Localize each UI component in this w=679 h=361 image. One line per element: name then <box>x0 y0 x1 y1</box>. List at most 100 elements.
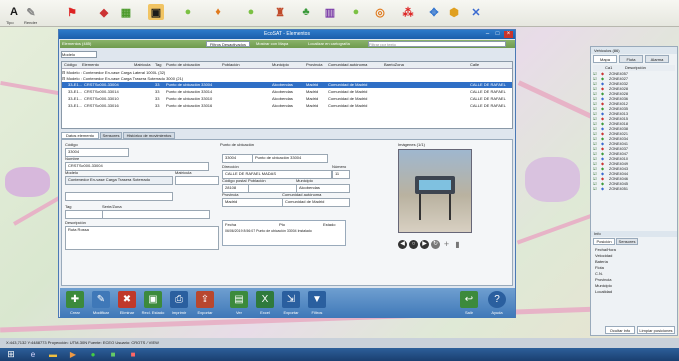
tab-posicion[interactable]: Posición <box>593 238 615 245</box>
help-button[interactable]: ? <box>488 291 506 308</box>
circle-icon[interactable]: ● <box>348 4 364 20</box>
car-icon[interactable]: ⬢ <box>446 4 462 20</box>
ie-icon[interactable]: e <box>26 349 40 360</box>
filter-count-label: Elementos (485) <box>62 41 92 46</box>
hide-info-button[interactable]: Ocultar info <box>605 326 635 334</box>
punto-nombre-field[interactable]: Punto de ubicación 33004 <box>252 154 328 163</box>
col-poblacion[interactable]: Población <box>222 62 240 68</box>
numero-field[interactable]: 11 <box>332 170 350 179</box>
excel-button[interactable]: X <box>256 291 274 308</box>
tab-mapa[interactable]: Mapa <box>593 55 617 63</box>
tab-info-sensores[interactable]: Sensores <box>616 238 638 245</box>
app2-icon[interactable]: ■ <box>126 349 140 360</box>
layers-header: Ca1 Descripción <box>593 65 675 71</box>
comunidad-field[interactable]: Comunidad de Madrid <box>282 198 350 207</box>
clear-positions-button[interactable]: Limpiar posiciones <box>637 326 675 334</box>
tab-datos[interactable]: Datos elemento <box>61 132 99 139</box>
col-matricula[interactable]: Matrícula <box>134 62 150 68</box>
checkbox-icon[interactable]: ☑ <box>593 187 596 192</box>
chrome-icon[interactable]: ● <box>86 349 100 360</box>
export-label: Exportar <box>197 310 213 315</box>
localize-checkbox[interactable]: Localizar en cartografía <box>308 41 350 46</box>
matricula-label: Matrícula <box>175 170 192 175</box>
col-calle[interactable]: Calle <box>470 62 479 68</box>
zoom-image-icon[interactable]: ○ <box>409 240 418 249</box>
target-icon[interactable]: ◎ <box>372 4 388 20</box>
circle-icon[interactable]: ● <box>180 4 196 20</box>
tools-icon[interactable]: ✕ <box>468 4 484 20</box>
col-tag[interactable]: Tag <box>155 62 161 68</box>
tab-flota[interactable]: Flota <box>619 55 643 63</box>
table-row[interactable]: 33-E1... CRSTSc000-33016 33 Punto de ubi… <box>62 103 512 109</box>
close-icon[interactable]: × <box>504 31 513 38</box>
filter-button[interactable]: ▼ <box>308 291 326 308</box>
prev-image-icon[interactable]: ◀ <box>398 240 407 249</box>
modelo-field[interactable]: Contenedor En-vase Carga Trasera Soterra… <box>65 176 173 185</box>
print-button[interactable]: ⎙ <box>170 291 188 308</box>
col-comunidad[interactable]: Comunidad autónoma <box>328 62 367 68</box>
modify-button[interactable]: ✎ <box>92 291 110 308</box>
col-barrio[interactable]: BarrioZona <box>384 62 404 68</box>
grid-icon[interactable]: ▦ <box>118 4 134 20</box>
search-input[interactable]: Filtrar por texto <box>368 41 506 47</box>
col-provincia[interactable]: Provincia <box>306 62 322 68</box>
app-icon[interactable]: ■ <box>106 349 120 360</box>
tab-alarma[interactable]: Alarma <box>645 55 669 63</box>
numero-label: Número <box>332 164 347 169</box>
matricula-field[interactable] <box>175 176 219 185</box>
start-icon[interactable]: ⊞ <box>4 349 18 360</box>
blocks-icon[interactable]: ▥ <box>322 4 338 20</box>
route-icon[interactable]: ⁂ <box>400 4 416 20</box>
subtype-select[interactable] <box>65 192 173 201</box>
tab-sensores[interactable]: Sensores <box>100 132 122 139</box>
state-button[interactable]: ▣ <box>144 291 162 308</box>
media-icon[interactable]: ▶ <box>66 349 80 360</box>
flag-icon[interactable]: ⚑ <box>64 4 80 20</box>
marker-icon[interactable]: ♦ <box>210 4 226 20</box>
export-button[interactable]: ⇪ <box>196 291 214 308</box>
show-map-checkbox[interactable]: Mostrar con Mapa <box>256 41 288 46</box>
serie-field[interactable] <box>102 210 210 219</box>
table-row-selected[interactable]: 33-E1... CRSTSc000-33004 33 Punto de ubi… <box>62 82 512 88</box>
table-row[interactable]: 33-E1... CRSTSc000-33010 33 Punto de ubi… <box>62 96 512 102</box>
view-button[interactable]: ▤ <box>230 291 248 308</box>
layer-item[interactable]: ☑ ◆ ZONE4051 <box>593 187 677 192</box>
tree-icon[interactable]: ♣ <box>298 4 314 20</box>
export2-button[interactable]: ⇲ <box>282 291 300 308</box>
person-icon[interactable]: ♜ <box>272 4 288 20</box>
history-row[interactable]: 06/06/2019 8:56:07 Punto de ubicación 33… <box>225 229 312 233</box>
punto-codigo-field[interactable]: 33004 <box>222 154 254 163</box>
circle-icon[interactable]: ● <box>243 4 259 20</box>
descripcion-field[interactable]: Ruta Rossa <box>65 226 219 250</box>
app-logo-icon[interactable]: A <box>6 4 22 20</box>
compass-icon[interactable]: ✥ <box>426 4 442 20</box>
filter-bar: Elementos (485) Filtros Desactivados Mos… <box>60 40 515 48</box>
col-elemento[interactable]: Elemento <box>82 62 99 68</box>
delete-button[interactable]: ✖ <box>118 291 136 308</box>
folder-icon[interactable]: ▬ <box>46 349 60 360</box>
history-table: Fecha Pto Estado 06/06/2019 8:56:07 Punt… <box>222 220 346 246</box>
cube-icon[interactable]: ▣ <box>148 4 164 20</box>
col-municipio[interactable]: Municipio <box>272 62 289 68</box>
col-punto[interactable]: Punto de ubicación <box>166 62 200 68</box>
modelo-select[interactable]: Modelo <box>61 51 97 58</box>
pin-icon[interactable]: ◆ <box>96 4 112 20</box>
col-codigo[interactable]: Código <box>64 62 77 68</box>
create-button[interactable]: ✚ <box>66 291 84 308</box>
info-tabs: Posición Sensores <box>593 238 675 245</box>
maximize-icon[interactable]: □ <box>493 31 502 38</box>
exit-button[interactable]: ↩ <box>460 291 478 308</box>
tag-field[interactable] <box>65 210 103 219</box>
minimize-icon[interactable]: – <box>483 31 492 38</box>
rotate-image-icon[interactable]: ↻ <box>431 240 440 249</box>
filters-button[interactable]: Filtros Desactivados <box>206 41 250 47</box>
print-label: Imprimir <box>171 310 187 315</box>
delete-image-icon[interactable]: ▮ <box>453 240 462 249</box>
delete-label: Eliminar <box>119 310 135 315</box>
add-image-icon[interactable]: + <box>442 240 451 249</box>
pencil-icon[interactable]: ✎ <box>23 4 39 20</box>
provincia-field[interactable]: Madrid <box>222 198 284 207</box>
tab-historico[interactable]: Histórico de movimientos <box>123 132 175 139</box>
next-image-icon[interactable]: ▶ <box>420 240 429 249</box>
table-row[interactable]: 33-E1... CRSTSc000-33014 33 Punto de ubi… <box>62 89 512 95</box>
